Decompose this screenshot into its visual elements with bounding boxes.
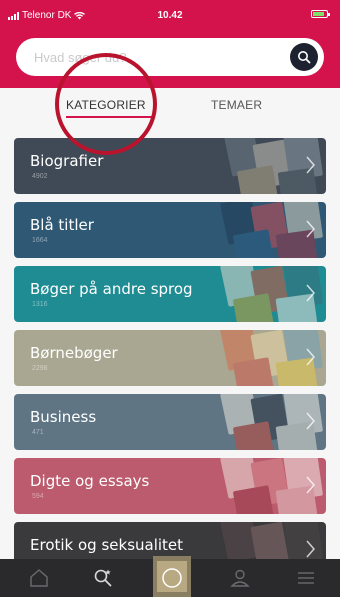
category-list: Biografier 4902 Blå titler 1664 Bøger på… — [14, 138, 326, 586]
category-count: 1316 — [32, 301, 48, 308]
category-label: Erotik og seksualitet — [30, 536, 184, 554]
play-circle-icon — [162, 568, 182, 588]
status-bar: Telenor DK 10.42 — [0, 0, 340, 28]
search-input[interactable] — [34, 47, 284, 67]
chevron-right-icon — [306, 348, 315, 366]
app-screen: Telenor DK 10.42 KATEGORIER TEMAER — [0, 0, 340, 597]
bottom-nav — [0, 556, 340, 597]
category-count: 1664 — [32, 237, 48, 244]
category-label: Børnebøger — [30, 344, 118, 362]
now-reading-thumbnail[interactable] — [153, 556, 191, 597]
chevron-right-icon — [306, 412, 315, 430]
category-business[interactable]: Business 471 — [14, 394, 326, 450]
clock: 10.42 — [157, 10, 183, 21]
profile-icon[interactable] — [229, 567, 251, 589]
category-biografier[interactable]: Biografier 4902 — [14, 138, 326, 194]
chevron-right-icon — [306, 540, 315, 558]
category-blaa-titler[interactable]: Blå titler 1664 — [14, 202, 326, 258]
header: Telenor DK 10.42 — [0, 0, 340, 88]
category-boerneboeger[interactable]: Børnebøger 2298 — [14, 330, 326, 386]
tab-bar: KATEGORIER TEMAER — [0, 88, 340, 132]
search-bar — [16, 38, 324, 76]
category-digte-og-essays[interactable]: Digte og essays 594 — [14, 458, 326, 514]
category-label: Business — [30, 408, 97, 426]
chevron-right-icon — [306, 284, 315, 302]
category-count: 594 — [32, 493, 44, 500]
category-label: Digte og essays — [30, 472, 150, 490]
category-count: 4902 — [32, 173, 48, 180]
category-label: Biografier — [30, 152, 104, 170]
home-icon[interactable] — [28, 567, 50, 589]
category-boeger-paa-andre-sprog[interactable]: Bøger på andre sprog 1316 — [14, 266, 326, 322]
category-count: 471 — [32, 429, 44, 436]
chevron-right-icon — [306, 220, 315, 238]
chevron-right-icon — [306, 476, 315, 494]
category-label: Bøger på andre sprog — [30, 280, 193, 298]
tab-temaer[interactable]: TEMAER — [211, 98, 262, 112]
search-star-icon[interactable] — [92, 567, 114, 589]
annotation-circle — [55, 53, 157, 155]
battery-icon — [311, 10, 330, 18]
search-button[interactable] — [290, 43, 318, 71]
chevron-right-icon — [306, 156, 315, 174]
search-icon — [298, 51, 311, 64]
category-count: 2298 — [32, 365, 48, 372]
category-label: Blå titler — [30, 216, 94, 234]
menu-icon[interactable] — [295, 567, 317, 589]
